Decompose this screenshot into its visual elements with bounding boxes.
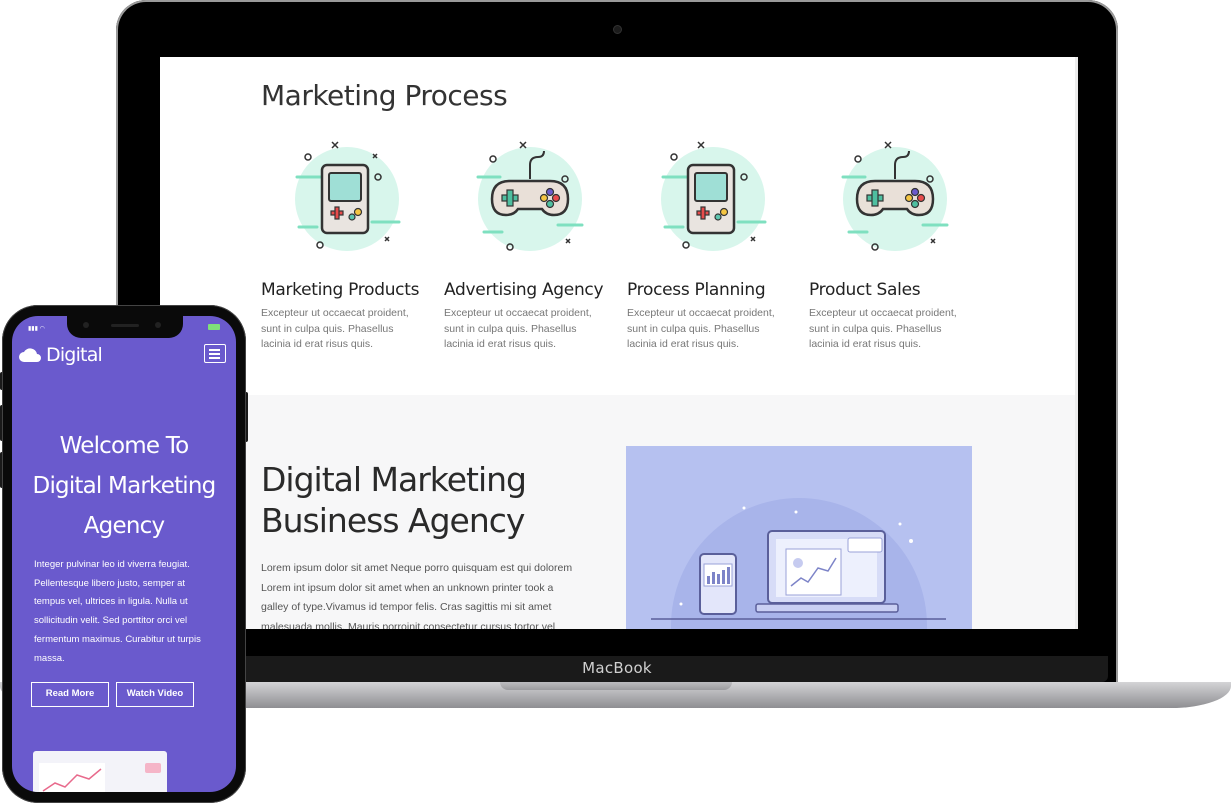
cloud-icon [19, 348, 41, 362]
card-text: Excepteur ut occaecat proident, sunt in … [261, 307, 409, 350]
camera-icon [613, 25, 622, 34]
agency-section: Digital Marketing Business Agency Lorem … [160, 395, 1078, 629]
laptop-chart-illustration [651, 498, 946, 629]
handheld-game-icon [295, 141, 401, 251]
chart-thumbnail [39, 763, 161, 792]
phone-notch [67, 316, 183, 338]
agency-text: Lorem ipsum dolor sit amet Neque porro q… [261, 562, 573, 629]
phone-screen: ▮▮▮ ◠ Digital Welcome To Digital Marketi… [12, 316, 236, 792]
card-text: Excepteur ut occaecat proident, sunt in … [627, 307, 775, 350]
card-title: Product Sales [809, 280, 921, 300]
card-text: Excepteur ut occaecat proident, sunt in … [444, 307, 592, 350]
card-title: Process Planning [627, 280, 766, 300]
battery-icon [208, 324, 220, 330]
laptop-screen: Marketing Process Marketing Products Exc… [160, 57, 1078, 629]
phone-frame: ▮▮▮ ◠ Digital Welcome To Digital Marketi… [2, 305, 246, 803]
scrollbar[interactable] [1075, 57, 1078, 629]
hamburger-menu-icon[interactable] [204, 344, 226, 363]
card-text: Excepteur ut occaecat proident, sunt in … [809, 307, 957, 350]
gamepad-icon [476, 141, 584, 251]
card-title: Marketing Products [261, 280, 420, 300]
agency-title: Digital Marketing Business Agency [261, 460, 527, 540]
section-title: Marketing Process [261, 79, 508, 112]
card-title: Advertising Agency [444, 280, 604, 300]
laptop-hinge-notch [500, 682, 732, 690]
watch-video-button[interactable]: Watch Video [116, 682, 194, 707]
logo-text: Digital [46, 344, 103, 366]
macbook-brand-label: MacBook [582, 659, 652, 677]
sensor-icon [155, 322, 161, 328]
laptop-bezel-bottom: MacBook [126, 656, 1108, 682]
analytics-illustration [626, 446, 972, 629]
hero-headline: Welcome To Digital Marketing Agency [32, 433, 217, 539]
gamepad-icon [841, 141, 949, 251]
read-more-button[interactable]: Read More [31, 682, 109, 707]
preview-card [33, 751, 167, 792]
front-camera-icon [83, 322, 89, 328]
signal-icon: ▮▮▮ ◠ [28, 326, 45, 332]
hero-text: Integer pulvinar leo id viverra feugiat.… [34, 559, 201, 664]
handheld-game-icon [661, 141, 767, 251]
speaker-grille [111, 324, 139, 327]
logo[interactable]: Digital [18, 344, 103, 366]
